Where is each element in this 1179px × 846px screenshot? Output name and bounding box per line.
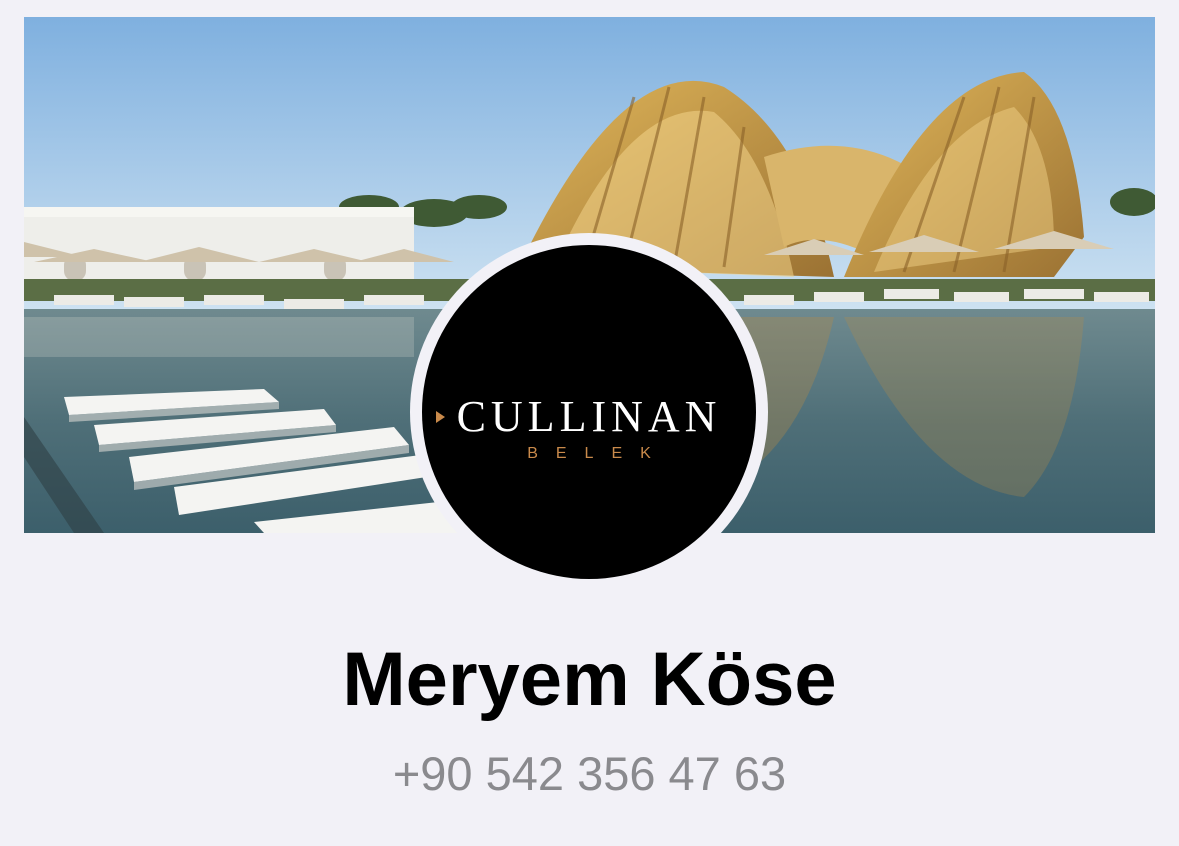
- contact-phone[interactable]: +90 542 356 47 63: [0, 746, 1179, 802]
- avatar[interactable]: CULLINAN BELEK: [422, 245, 756, 579]
- logo-text: CULLINAN: [456, 392, 722, 441]
- contact-name: Meryem Köse: [342, 637, 837, 722]
- contact-card: CULLINAN BELEK Meryem Köse +90 542 356 4…: [0, 0, 1179, 846]
- logo-subtext: BELEK: [527, 445, 669, 462]
